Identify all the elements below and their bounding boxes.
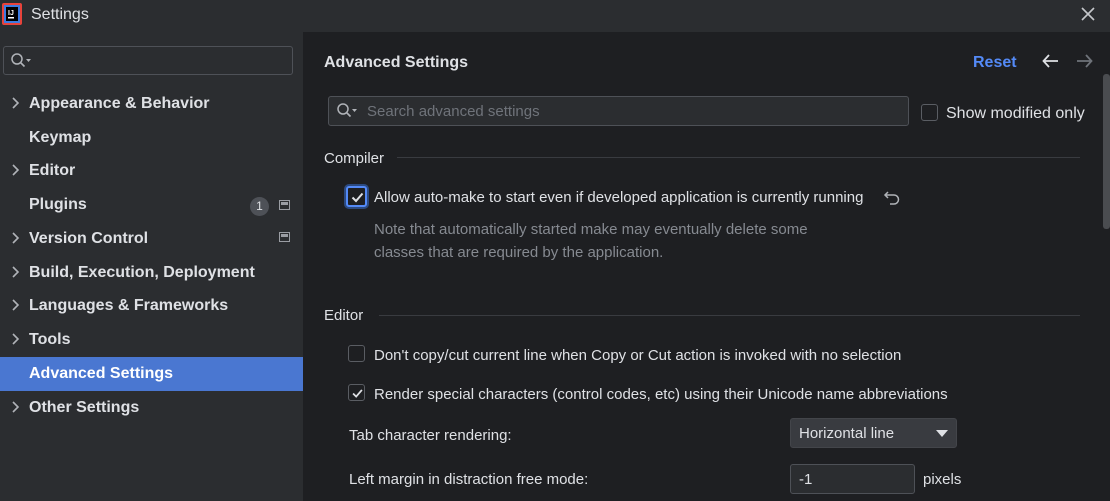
project-level-icon xyxy=(279,232,290,242)
back-arrow-icon[interactable] xyxy=(1041,52,1061,70)
revert-icon[interactable] xyxy=(883,189,901,205)
chevron-right-icon[interactable] xyxy=(10,96,22,110)
show-modified-only-checkbox[interactable] xyxy=(921,104,938,121)
sidebar-item-label: Advanced Settings xyxy=(29,365,174,382)
sidebar-item-label: Keymap xyxy=(29,129,92,146)
chevron-right-icon[interactable] xyxy=(10,231,22,245)
chevron-right-icon[interactable] xyxy=(10,332,22,346)
sidebar-item-other-settings[interactable]: Other Settings xyxy=(0,391,303,425)
reset-button[interactable]: Reset xyxy=(973,54,1017,72)
left-margin-suffix: pixels xyxy=(923,471,962,488)
section-title-compiler: Compiler xyxy=(324,150,385,167)
copy-cut-label: Don't copy/cut current line when Copy or… xyxy=(374,347,902,364)
close-icon[interactable] xyxy=(1078,4,1098,24)
section-divider xyxy=(397,157,1080,158)
auto-make-note: Note that automatically started make may… xyxy=(374,218,854,264)
window-title: Settings xyxy=(31,6,89,23)
update-count-badge: 1 xyxy=(250,197,269,216)
render-special-label: Render special characters (control codes… xyxy=(374,386,948,403)
search-icon[interactable] xyxy=(336,102,358,120)
copy-cut-checkbox[interactable] xyxy=(348,345,365,362)
project-level-icon xyxy=(279,200,290,210)
settings-sidebar: Appearance & Behavior Keymap Editor Plug… xyxy=(0,32,303,501)
forward-arrow-icon[interactable] xyxy=(1074,52,1094,70)
page-title: Advanced Settings xyxy=(324,54,469,71)
advanced-search-field[interactable] xyxy=(328,96,909,126)
sidebar-item-label: Version Control xyxy=(29,230,149,247)
note-line: classes that are required by the applica… xyxy=(374,244,664,261)
sidebar-item-version-control[interactable]: Version Control xyxy=(0,222,303,256)
scrollbar[interactable] xyxy=(1103,74,1110,229)
sidebar-item-label: Build, Execution, Deployment xyxy=(29,264,255,281)
show-modified-only-label: Show modified only xyxy=(946,105,1085,122)
sidebar-search-input[interactable] xyxy=(3,46,293,75)
tab-rendering-label: Tab character rendering: xyxy=(349,427,512,444)
sidebar-item-label: Editor xyxy=(29,162,76,179)
checkmark-icon xyxy=(352,389,363,398)
left-margin-input[interactable] xyxy=(790,464,915,494)
svg-text:IJ: IJ xyxy=(8,10,14,17)
chevron-right-icon[interactable] xyxy=(10,298,22,312)
left-margin-label: Left margin in distraction free mode: xyxy=(349,471,589,488)
sidebar-item-build-execution-deployment[interactable]: Build, Execution, Deployment xyxy=(0,256,303,290)
sidebar-item-appearance-behavior[interactable]: Appearance & Behavior xyxy=(0,87,303,121)
auto-make-label: Allow auto-make to start even if develop… xyxy=(374,189,864,206)
app-logo-icon: IJ xyxy=(2,3,22,25)
sidebar-item-languages-frameworks[interactable]: Languages & Frameworks xyxy=(0,289,303,323)
settings-content: Advanced Settings Reset Show modified on… xyxy=(303,32,1110,501)
sidebar-item-advanced-settings[interactable]: Advanced Settings xyxy=(0,357,303,391)
auto-make-checkbox[interactable] xyxy=(346,186,367,207)
render-special-checkbox[interactable] xyxy=(348,384,365,401)
note-line: Note that automatically started make may… xyxy=(374,221,808,238)
dropdown-value: Horizontal line xyxy=(799,425,895,442)
chevron-right-icon[interactable] xyxy=(10,400,22,414)
title-bar: IJ Settings xyxy=(0,0,1110,32)
sidebar-item-label: Plugins xyxy=(29,196,87,213)
advanced-search-input[interactable] xyxy=(367,101,897,121)
section-title-editor: Editor xyxy=(324,307,364,324)
tab-rendering-dropdown[interactable]: Horizontal line xyxy=(790,418,957,448)
sidebar-item-editor[interactable]: Editor xyxy=(0,154,303,188)
sidebar-item-label: Appearance & Behavior xyxy=(29,95,210,112)
sidebar-item-tools[interactable]: Tools xyxy=(0,323,303,357)
sidebar-item-keymap[interactable]: Keymap xyxy=(0,121,303,155)
sidebar-item-label: Tools xyxy=(29,331,71,348)
sidebar-item-label: Other Settings xyxy=(29,399,140,416)
chevron-right-icon[interactable] xyxy=(10,163,22,177)
chevron-right-icon[interactable] xyxy=(10,265,22,279)
search-icon[interactable] xyxy=(10,52,32,70)
dropdown-arrow-icon xyxy=(936,430,948,437)
sidebar-item-plugins[interactable]: Plugins 1 xyxy=(0,188,303,222)
section-divider xyxy=(379,315,1080,316)
sidebar-item-label: Languages & Frameworks xyxy=(29,297,229,314)
checkmark-icon xyxy=(351,192,364,203)
